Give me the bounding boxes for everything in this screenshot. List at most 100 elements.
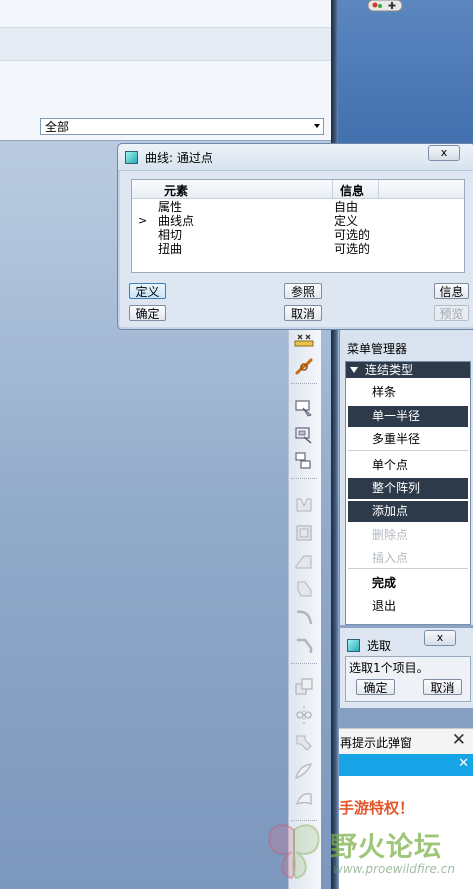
chamfer-icon[interactable] — [293, 634, 315, 656]
menu-item-label: 插入点 — [372, 551, 409, 565]
info-cell: 可选的 — [334, 242, 371, 256]
menu-item-label: 删除点 — [372, 528, 409, 542]
blend-icon[interactable] — [293, 578, 315, 600]
collapse-triangle-icon[interactable] — [350, 367, 358, 373]
sweep-icon[interactable] — [293, 550, 315, 572]
ad-promo-text[interactable]: 手游特权！ — [339, 797, 414, 818]
toolbar-separator — [291, 478, 317, 479]
close-button[interactable]: x — [424, 630, 456, 646]
menu-separator — [348, 568, 468, 569]
dialog-cube-icon — [125, 151, 138, 164]
element-cell: 扭曲 — [158, 242, 183, 256]
select-status: 选取1个项目。 — [349, 661, 429, 675]
info-button[interactable]: 信息 — [434, 283, 469, 299]
window-divider — [331, 0, 338, 889]
select-ok-button[interactable]: 确定 — [356, 679, 395, 695]
ad-popup-bar: 再提示此弹窗 ✕ — [339, 728, 473, 755]
select-panel: 选取1个项目。 确定 取消 — [345, 656, 471, 702]
element-cell: 属性 — [158, 200, 183, 214]
close-icon[interactable]: ✕ — [452, 730, 466, 750]
close-button[interactable]: x — [428, 145, 460, 161]
menu-item: 删除点 — [348, 525, 468, 546]
dialog-titlebar[interactable]: 曲线: 通过点 x — [118, 144, 473, 171]
chain-link-icon[interactable] — [293, 356, 315, 378]
menu-item-label: 退出 — [372, 599, 397, 613]
ad-header-strip: ✕ — [339, 754, 473, 776]
warp-icon[interactable] — [293, 760, 315, 782]
menu-item-label: 单个点 — [372, 458, 409, 472]
column-header-element[interactable]: 元素 — [164, 182, 188, 199]
watermark-url: www.proewildfire.cn — [333, 862, 455, 876]
mirror-icon[interactable] — [293, 704, 315, 726]
menu-separator — [348, 450, 468, 451]
gamepad-icon[interactable] — [366, 0, 406, 14]
menu-header-label: 连结类型 — [365, 363, 414, 377]
select-dialog-title: 选取 — [367, 639, 392, 653]
menu-item[interactable]: 多重半径 — [348, 429, 468, 450]
dialog-cube-icon — [347, 639, 360, 652]
watermark-name: 野火论坛 — [330, 832, 442, 863]
reference-button[interactable]: 参照 — [284, 283, 322, 299]
menu-header-connection-type[interactable]: 连结类型 — [346, 362, 470, 378]
table-row[interactable]: > 曲线点 定义 — [132, 214, 464, 228]
panel-band — [0, 27, 331, 61]
menu-item[interactable]: 整个阵列 — [348, 478, 468, 499]
define-button[interactable]: 定义 — [129, 283, 166, 299]
current-row-caret-icon: > — [138, 214, 148, 227]
datum-points-icon[interactable] — [293, 332, 315, 354]
chevron-down-icon[interactable] — [314, 124, 320, 128]
extrude-icon[interactable] — [293, 494, 315, 516]
menu-item[interactable]: 退出 — [348, 596, 468, 617]
menu-manager: 菜单管理器 连结类型 样条 单一半径 多重半径 单个点 整个阵列 添加点 删除点 插入点 完成退… — [339, 330, 473, 625]
ok-button[interactable]: 确定 — [129, 305, 166, 321]
surface-icon[interactable] — [293, 788, 315, 810]
menu-item[interactable]: 完成 — [348, 573, 468, 594]
menu-item-label: 添加点 — [372, 504, 409, 518]
menu-item[interactable]: 样条 — [348, 382, 468, 403]
select-dialog: 选取 x 选取1个项目。 确定 取消 — [339, 628, 473, 708]
filter-dropdown-value: 全部 — [45, 120, 70, 134]
table-row[interactable]: 属性 自由 — [132, 200, 464, 214]
toolbar-separator — [291, 663, 317, 664]
elements-table: 元素 信息 属性 自由 > 曲线点 定义 相切 可选的 扭曲 可选的 — [131, 179, 465, 273]
menu-list: 连结类型 样条单一半径多重半径单个点整个阵列添加点删除点插入点完成退出 — [345, 361, 471, 625]
column-header-info[interactable]: 信息 — [340, 182, 364, 199]
cancel-button[interactable]: 取消 — [284, 305, 322, 321]
butterfly-logo-icon — [268, 824, 320, 880]
menu-item-label: 样条 — [372, 385, 397, 399]
menu-item-label: 多重半径 — [372, 432, 421, 446]
close-icon[interactable]: ✕ — [458, 756, 469, 771]
element-cell: 相切 — [158, 228, 183, 242]
round-icon[interactable] — [293, 606, 315, 628]
datum-plane-icon[interactable] — [293, 424, 315, 446]
toolbar-separator — [291, 383, 317, 384]
info-cell: 可选的 — [334, 228, 371, 242]
move-icon[interactable] — [293, 732, 315, 754]
dialog-title: 曲线: 通过点 — [145, 151, 213, 165]
menu-item: 插入点 — [348, 548, 468, 569]
menu-item-label: 整个阵列 — [372, 481, 421, 495]
column-divider — [332, 180, 333, 198]
sketch-tool-icon[interactable] — [293, 396, 315, 418]
table-header: 元素 信息 — [132, 180, 464, 199]
curve-dialog: 曲线: 通过点 x 元素 信息 属性 自由 > 曲线点 定义 相切 可选的 扭曲 可选的 定义 … — [117, 143, 473, 330]
copy-feature-icon[interactable] — [293, 676, 315, 698]
column-divider — [378, 180, 379, 198]
table-row[interactable]: 相切 可选的 — [132, 228, 464, 242]
menu-item[interactable]: 单个点 — [348, 455, 468, 476]
element-cell: 曲线点 — [158, 214, 195, 228]
ad-bar-text[interactable]: 再提示此弹窗 — [340, 734, 412, 751]
revolve-icon[interactable] — [293, 522, 315, 544]
info-cell: 自由 — [334, 200, 359, 214]
feature-toolbar — [288, 330, 321, 889]
menu-item-label: 单一半径 — [372, 409, 421, 423]
menu-item[interactable]: 单一半径 — [348, 406, 468, 427]
datum-axis-icon[interactable] — [293, 450, 315, 472]
filter-dropdown[interactable]: 全部 — [40, 118, 324, 135]
info-cell: 定义 — [334, 214, 359, 228]
select-cancel-button[interactable]: 取消 — [423, 679, 462, 695]
menu-item-label: 完成 — [372, 576, 397, 590]
menu-item[interactable]: 添加点 — [348, 501, 468, 522]
preview-button[interactable]: 预览 — [434, 305, 469, 321]
table-row[interactable]: 扭曲 可选的 — [132, 242, 464, 256]
